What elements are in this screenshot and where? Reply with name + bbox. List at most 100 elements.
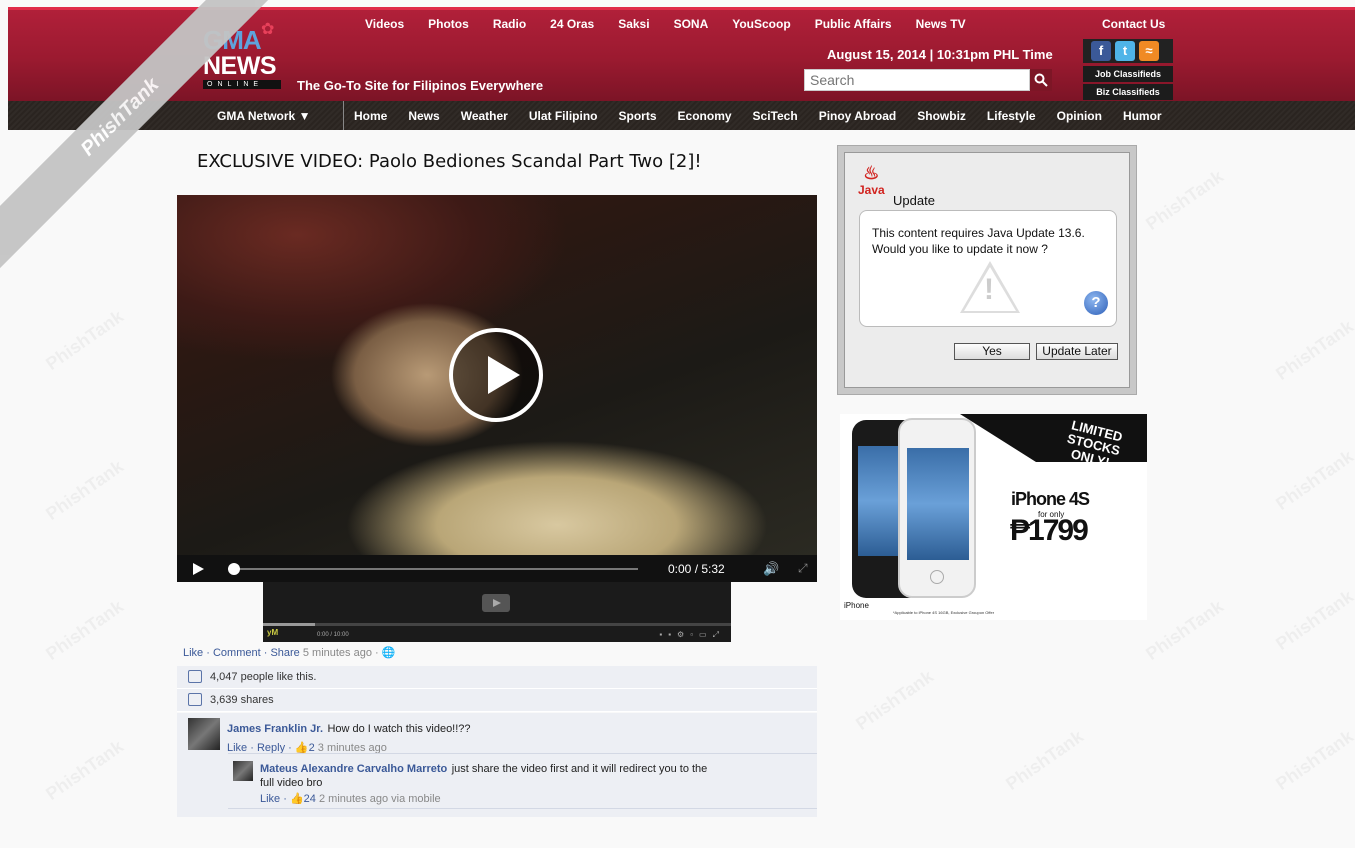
gma-network-dropdown[interactable]: GMA Network ▼ [217, 109, 310, 123]
java-cup-icon: ♨ [863, 163, 880, 183]
watermark: PhishTank [1002, 726, 1088, 795]
mini-video-time: 0:00 / 10:00 [317, 632, 349, 638]
mini-play-icon[interactable] [482, 594, 510, 612]
avatar[interactable] [188, 718, 220, 750]
top-nav-sona[interactable]: SONA [674, 17, 709, 31]
top-nav-videos[interactable]: Videos [365, 17, 404, 31]
ad-price: ₱1799 [1010, 514, 1089, 547]
nav-weather[interactable]: Weather [461, 109, 508, 123]
ad-model: iPhone 4S [1011, 489, 1090, 509]
comment-time: 2 minutes ago via mobile [318, 793, 441, 805]
help-icon[interactable]: ? [1084, 291, 1108, 315]
search-button[interactable] [1030, 69, 1052, 91]
comment-like-count: 24 [303, 793, 316, 805]
iphone-ad[interactable]: LIMITED STOCKS ONLY! iPhone 4S for only … [840, 414, 1147, 620]
video-player[interactable] [177, 195, 817, 555]
volume-icon[interactable]: 🔊 [763, 561, 779, 577]
watermark: PhishTank [42, 456, 128, 525]
nav-opinion[interactable]: Opinion [1057, 109, 1102, 123]
nav-home[interactable]: Home [354, 109, 387, 123]
site-tagline: The Go-To Site for Filipinos Everywhere [297, 78, 544, 93]
java-update-dialog: ♨ Java Update This content requires Java… [837, 145, 1137, 395]
java-dialog-title: Update [893, 193, 935, 208]
thumbs-up-icon: 👍 [289, 793, 304, 805]
nav-ulat-filipino[interactable]: Ulat Filipino [529, 109, 598, 123]
top-nav-news-tv[interactable]: News TV [916, 17, 966, 31]
fb-post-time: 5 minutes ago [302, 647, 372, 659]
comment-text: How do I watch this video!!?? [327, 723, 471, 735]
watermark: PhishTank [1272, 316, 1355, 385]
nav-humor[interactable]: Humor [1123, 109, 1162, 123]
search-input[interactable] [804, 69, 1030, 91]
comment-author[interactable]: Mateus Alexandre Carvalho Marreto [260, 763, 447, 775]
seek-handle[interactable] [228, 563, 240, 575]
watermark: PhishTank [42, 736, 128, 805]
main-nav: Home News Weather Ulat Filipino Sports E… [354, 109, 1183, 123]
seek-bar[interactable] [234, 568, 638, 570]
watermark: PhishTank [42, 306, 128, 375]
play-button[interactable] [193, 563, 204, 575]
logo-spark-icon: ✿ [261, 21, 275, 38]
article-title: EXCLUSIVE VIDEO: Paolo Bediones Scandal … [197, 151, 702, 172]
fb-shares-count[interactable]: 3,639 shares [210, 694, 274, 706]
fb-like-link[interactable]: Like [183, 647, 203, 659]
mini-controls-icons[interactable]: ▪▪⚙▫▭⤢ [659, 630, 725, 640]
facebook-icon[interactable]: f [1091, 41, 1111, 61]
globe-icon: · 🌐 [375, 647, 396, 659]
mini-player-logo: yM [267, 628, 279, 637]
fullscreen-icon[interactable]: ⤢ [798, 561, 808, 576]
watermark: PhishTank [1272, 446, 1355, 515]
job-classifieds-button[interactable]: Job Classifieds [1083, 66, 1173, 82]
search-icon [1034, 73, 1048, 87]
watermark: PhishTank [852, 666, 938, 735]
fb-likes-count: 4,047 people like this. [210, 671, 317, 683]
fb-likes-row: 4,047 people like this. [177, 666, 817, 689]
home-button-icon [930, 570, 944, 584]
yes-button[interactable]: Yes [954, 343, 1030, 360]
biz-classifieds-button[interactable]: Biz Classifieds [1083, 84, 1173, 100]
secondary-video-player[interactable]: yM 0:00 / 10:00 ▪▪⚙▫▭⤢ [263, 582, 731, 642]
play-icon[interactable] [449, 328, 543, 422]
ad-fine-print: *Applicable to iPhone 4S 16GB, Exclusive… [893, 610, 995, 615]
fb-comment-link[interactable]: Comment [213, 647, 261, 659]
update-later-button[interactable]: Update Later [1036, 343, 1118, 360]
iphone-white-image [898, 418, 976, 598]
java-message-line1: This content requires Java Update 13.6. [872, 226, 1085, 240]
nav-news[interactable]: News [408, 109, 439, 123]
java-message-box: This content requires Java Update 13.6. … [859, 210, 1117, 327]
top-nav-public-affairs[interactable]: Public Affairs [815, 17, 892, 31]
avatar[interactable] [233, 761, 253, 781]
nav-economy[interactable]: Economy [678, 109, 732, 123]
top-nav-radio[interactable]: Radio [493, 17, 526, 31]
nav-sports[interactable]: Sports [619, 109, 657, 123]
contact-us-link[interactable]: Contact Us [1102, 17, 1165, 31]
share-icon [188, 693, 202, 706]
top-nav-photos[interactable]: Photos [428, 17, 469, 31]
comment-like-link[interactable]: Like [260, 793, 280, 805]
fb-share-link[interactable]: Share [270, 647, 299, 659]
top-nav-youscoop[interactable]: YouScoop [732, 17, 790, 31]
rss-icon[interactable]: ≈ [1139, 41, 1159, 61]
java-dialog-body: ♨ Java Update This content requires Java… [844, 152, 1130, 388]
twitter-icon[interactable]: t [1115, 41, 1135, 61]
fb-comments: James Franklin Jr. How do I watch this v… [177, 713, 817, 817]
date-time: August 15, 2014 | 10:31pm PHL Time [827, 47, 1053, 62]
comment-1: James Franklin Jr. How do I watch this v… [227, 719, 471, 754]
logo-news-text: NEWS [203, 52, 277, 80]
comment-author[interactable]: James Franklin Jr. [227, 723, 323, 735]
nav-scitech[interactable]: SciTech [753, 109, 798, 123]
java-logo: ♨ Java [858, 163, 885, 197]
top-nav-saksi[interactable]: Saksi [618, 17, 649, 31]
java-logo-text: Java [858, 183, 885, 197]
social-icons: f t ≈ [1083, 39, 1173, 63]
video-time: 0:00 / 5:32 [668, 562, 725, 576]
thumbs-up-icon [188, 670, 202, 683]
watermark: PhishTank [1142, 166, 1228, 235]
nav-lifestyle[interactable]: Lifestyle [987, 109, 1036, 123]
nav-pinoy-abroad[interactable]: Pinoy Abroad [819, 109, 897, 123]
top-nav-24-oras[interactable]: 24 Oras [550, 17, 594, 31]
comment-meta: Like · 👍24 2 minutes ago via mobile [260, 793, 441, 805]
nav-showbiz[interactable]: Showbiz [917, 109, 966, 123]
mini-seek-bar[interactable] [263, 623, 731, 626]
video-controls: 0:00 / 5:32 🔊 ⤢ [177, 555, 817, 582]
